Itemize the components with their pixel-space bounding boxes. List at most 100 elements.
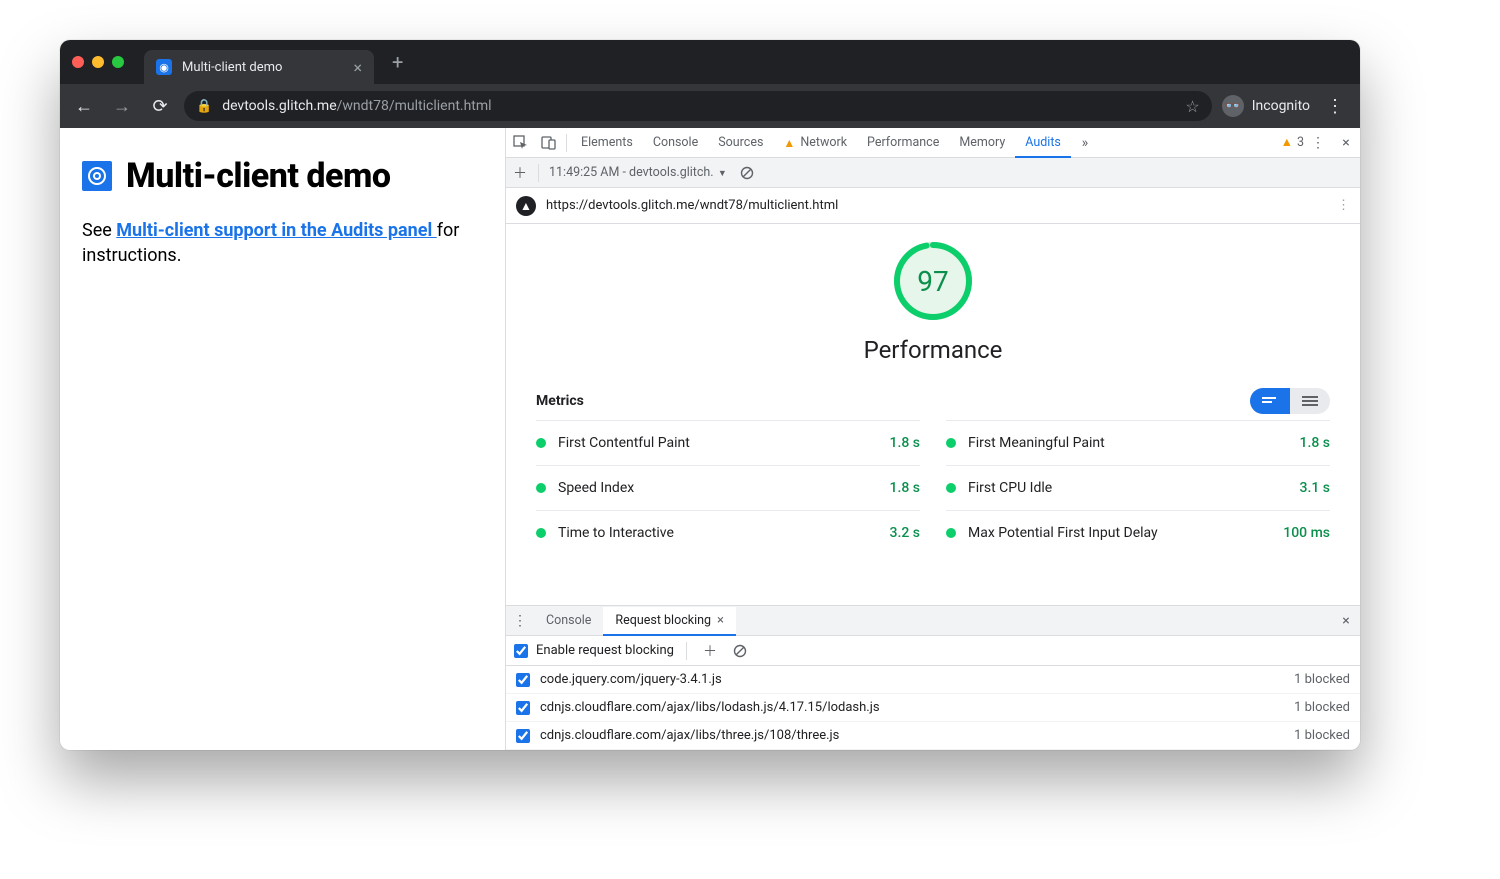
close-window-button[interactable] (72, 56, 84, 68)
metric-value: 1.8 s (890, 480, 921, 496)
report-url: https://devtools.glitch.me/wndt78/multic… (546, 198, 838, 213)
metrics-heading: Metrics (536, 393, 584, 409)
metric-value: 1.8 s (890, 435, 921, 451)
tab-strip: ◉ Multi-client demo × + (60, 40, 1360, 84)
pattern-text: cdnjs.cloudflare.com/ajax/libs/three.js/… (540, 728, 839, 743)
metric-row[interactable]: First Meaningful Paint1.8 s (946, 420, 1330, 465)
metric-row[interactable]: Time to Interactive3.2 s (536, 510, 920, 555)
performance-gauge[interactable]: 97 Performance (536, 240, 1330, 364)
metric-value: 3.1 s (1300, 480, 1331, 496)
reload-button[interactable]: ⟳ (146, 92, 174, 120)
tab-network[interactable]: ▲Network (773, 128, 857, 157)
status-dot-icon (946, 483, 956, 493)
drawer-menu-button[interactable]: ⋮ (506, 613, 534, 629)
tab-sources[interactable]: Sources (708, 128, 773, 157)
devtools-panel: Elements Console Sources ▲Network Perfor… (505, 128, 1360, 750)
minimize-window-button[interactable] (92, 56, 104, 68)
devtools-tabbar: Elements Console Sources ▲Network Perfor… (506, 128, 1360, 158)
browser-menu-button[interactable]: ⋮ (1320, 96, 1350, 117)
page-logo-icon (82, 161, 112, 191)
more-tabs-button[interactable]: » (1071, 135, 1099, 151)
devtools-close-button[interactable]: × (1332, 135, 1360, 151)
metric-row[interactable]: Max Potential First Input Delay100 ms (946, 510, 1330, 555)
metric-name: Time to Interactive (558, 525, 878, 541)
close-tab-button[interactable]: × (353, 58, 362, 77)
gauge-label: Performance (864, 336, 1003, 364)
url-host: devtools.glitch.me (222, 98, 336, 114)
drawer-tab-request-blocking[interactable]: Request blocking × (603, 607, 736, 636)
incognito-label: Incognito (1252, 98, 1310, 114)
status-dot-icon (536, 528, 546, 538)
drawer-close-button[interactable]: × (1332, 613, 1360, 629)
devtools-settings-button[interactable]: ⋮ (1304, 135, 1332, 151)
status-dot-icon (536, 438, 546, 448)
metric-name: First CPU Idle (968, 480, 1288, 496)
lock-icon: 🔒 (196, 99, 212, 114)
warnings-badge[interactable]: ▲3 (1281, 135, 1304, 150)
page-link[interactable]: Multi-client support in the Audits panel (116, 220, 436, 241)
browser-toolbar: ← → ⟳ 🔒 devtools.glitch.me/wndt78/multic… (60, 84, 1360, 128)
metric-row[interactable]: First CPU Idle 3.1 s (946, 465, 1330, 510)
enable-blocking-checkbox[interactable] (514, 644, 528, 658)
audit-select[interactable]: 11:49:25 AM - devtools.glitch. ▼ (543, 165, 733, 180)
pattern-checkbox[interactable] (516, 673, 530, 687)
browser-tab[interactable]: ◉ Multi-client demo × (144, 50, 374, 84)
close-icon[interactable]: × (717, 613, 724, 628)
status-dot-icon (536, 483, 546, 493)
incognito-badge[interactable]: 👓 Incognito (1222, 95, 1310, 117)
blocked-count: 1 blocked (1294, 672, 1350, 687)
incognito-icon: 👓 (1222, 95, 1244, 117)
gauge-score: 97 (892, 240, 974, 322)
url-path: /wndt78/multiclient.html (337, 98, 492, 114)
report-menu-button[interactable]: ⋮ (1337, 198, 1350, 213)
block-pattern-row[interactable]: cdnjs.cloudflare.com/ajax/libs/lodash.js… (506, 694, 1360, 722)
block-pattern-row[interactable]: code.jquery.com/jquery-3.4.1.js 1 blocked (506, 666, 1360, 694)
metric-name: First Contentful Paint (558, 435, 878, 451)
forward-button[interactable]: → (108, 92, 136, 120)
warning-icon: ▲ (783, 136, 795, 150)
tab-title: Multi-client demo (182, 60, 343, 75)
inspect-element-icon[interactable] (506, 135, 534, 150)
metric-row[interactable]: Speed Index 1.8 s (536, 465, 920, 510)
browser-window: ◉ Multi-client demo × + ← → ⟳ 🔒 devtools… (60, 40, 1360, 750)
view-expanded-button[interactable] (1290, 388, 1330, 414)
window-controls (72, 56, 124, 68)
enable-blocking-label: Enable request blocking (536, 643, 674, 658)
metric-row[interactable]: First Contentful Paint 1.8 s (536, 420, 920, 465)
clear-audits-button[interactable] (733, 166, 761, 180)
drawer-tab-console[interactable]: Console (534, 606, 603, 635)
address-bar[interactable]: 🔒 devtools.glitch.me/wndt78/multiclient.… (184, 91, 1212, 121)
status-dot-icon (946, 438, 956, 448)
pattern-text: code.jquery.com/jquery-3.4.1.js (540, 672, 722, 687)
pattern-checkbox[interactable] (516, 729, 530, 743)
page-title: Multi-client demo (126, 156, 391, 196)
blocked-count: 1 blocked (1294, 700, 1350, 715)
remove-all-patterns-button[interactable] (729, 644, 751, 658)
add-pattern-button[interactable]: ＋ (699, 641, 721, 661)
drawer-tabbar: ⋮ Console Request blocking × × (506, 606, 1360, 636)
tab-audits[interactable]: Audits (1015, 129, 1071, 158)
metrics-view-toggle (1250, 388, 1330, 414)
pattern-checkbox[interactable] (516, 701, 530, 715)
block-pattern-row[interactable]: cdnjs.cloudflare.com/ajax/libs/three.js/… (506, 722, 1360, 750)
metric-name: Speed Index (558, 480, 878, 496)
status-dot-icon (946, 528, 956, 538)
fullscreen-window-button[interactable] (112, 56, 124, 68)
new-audit-button[interactable]: ＋ (506, 163, 534, 183)
bookmark-star-icon[interactable]: ☆ (1185, 97, 1199, 116)
view-condensed-button[interactable] (1250, 388, 1290, 414)
audits-report: 97 Performance Metrics First (506, 224, 1360, 605)
metric-value: 100 ms (1283, 525, 1330, 541)
tab-memory[interactable]: Memory (949, 128, 1015, 157)
tab-performance[interactable]: Performance (857, 128, 949, 157)
new-tab-button[interactable]: + (384, 46, 411, 78)
page-paragraph: See Multi-client support in the Audits p… (82, 218, 483, 268)
metric-value: 1.8 s (1300, 435, 1331, 451)
devtools-drawer: ⋮ Console Request blocking × × Enable re… (506, 605, 1360, 750)
tab-elements[interactable]: Elements (571, 128, 643, 157)
report-url-row: ▲ https://devtools.glitch.me/wndt78/mult… (506, 188, 1360, 224)
back-button[interactable]: ← (70, 92, 98, 120)
tab-console[interactable]: Console (643, 128, 708, 157)
device-toolbar-icon[interactable] (534, 135, 562, 150)
pattern-text: cdnjs.cloudflare.com/ajax/libs/lodash.js… (540, 700, 880, 715)
